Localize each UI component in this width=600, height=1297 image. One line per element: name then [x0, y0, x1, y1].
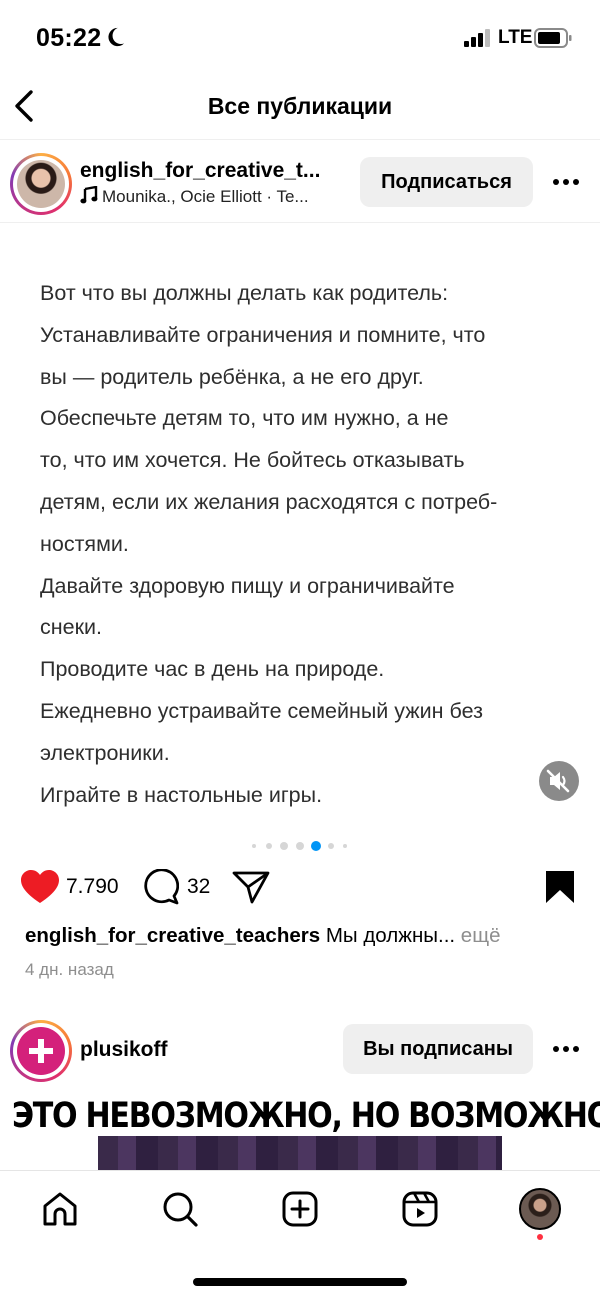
moon-icon — [108, 27, 125, 47]
post-header: plusikoff Вы подписаны — [0, 1010, 600, 1090]
text-line: то, что им хочется. Не бойтесь отказыват… — [40, 448, 465, 473]
media-caption-text: ЭТО НЕВОЗМОЖНО, НО ВОЗМОЖНО😳👏 — [12, 1096, 600, 1136]
caption-more-link[interactable]: ещё — [461, 924, 501, 947]
speaker-muted-icon — [546, 769, 570, 793]
post-media[interactable]: Вот что вы должны делать как родитель: У… — [0, 224, 600, 854]
carousel-dot — [252, 844, 256, 848]
carousel-dot — [343, 844, 347, 848]
comment-count[interactable]: 32 — [187, 875, 210, 899]
text-line: электроники. — [40, 740, 170, 765]
story-ring[interactable] — [10, 153, 72, 215]
top-navigation: Все публикации — [0, 76, 600, 140]
post-media[interactable]: ЭТО НЕВОЗМОЖНО, НО ВОЗМОЖНО😳👏 — [0, 1090, 600, 1170]
text-line: Давайте здоровую пищу и ограничивайте — [40, 573, 455, 598]
text-line: Обеспечьте детям то, что им нужно, а не — [40, 406, 449, 431]
music-note-icon — [80, 186, 98, 204]
network-label: LTE — [498, 27, 533, 48]
notification-dot — [537, 1234, 543, 1240]
carousel-dot-active — [311, 841, 321, 851]
like-count[interactable]: 7.790 — [66, 875, 119, 899]
bookmark-icon[interactable] — [545, 870, 575, 904]
video-thumbnail — [98, 1136, 502, 1170]
post-caption[interactable]: english_for_creative_teachers Мы должны.… — [25, 924, 585, 948]
avatar[interactable] — [17, 1027, 65, 1075]
page-title: Все публикации — [207, 93, 393, 119]
home-icon[interactable] — [40, 1189, 80, 1229]
bottom-tab-bar — [0, 1170, 600, 1297]
post-username[interactable]: plusikoff — [80, 1038, 168, 1062]
music-attribution[interactable]: Mounika., Ocie Elliott · Te... — [80, 186, 344, 207]
mute-button[interactable] — [539, 761, 579, 801]
share-icon[interactable] — [232, 870, 270, 904]
carousel-indicator — [250, 841, 350, 851]
carousel-dot — [328, 843, 334, 849]
signal-icon — [464, 29, 490, 47]
carousel-dot — [280, 842, 288, 850]
search-icon[interactable] — [160, 1189, 200, 1229]
battery-icon — [534, 28, 572, 48]
status-time: 05:22 — [36, 24, 102, 52]
text-line: вы — родитель ребёнка, а не его друг. — [40, 364, 424, 389]
more-options-icon[interactable] — [553, 179, 583, 187]
text-line: ностями. — [40, 531, 129, 556]
profile-avatar[interactable] — [519, 1188, 561, 1230]
comment-icon[interactable] — [143, 869, 179, 905]
reels-icon[interactable] — [400, 1189, 440, 1229]
more-options-icon[interactable] — [553, 1046, 583, 1054]
story-ring[interactable] — [10, 1020, 72, 1082]
status-bar: 05:22 LTE — [0, 0, 600, 76]
text-line: Ежедневно устраивайте семейный ужин без — [40, 698, 483, 723]
post-header: english_for_creative_t... Mounika., Ocie… — [0, 141, 600, 223]
post-actions: 7.790 32 — [0, 862, 600, 912]
caption-username[interactable]: english_for_creative_teachers — [25, 924, 320, 947]
carousel-dot — [266, 843, 272, 849]
caption-text: Мы должны... — [325, 924, 456, 947]
text-line: Устанавливайте ограничения и помните, чт… — [40, 322, 486, 347]
text-line: снеки. — [40, 615, 102, 640]
text-line: Вот что вы должны делать как родитель: — [40, 281, 449, 305]
follow-button[interactable]: Подписаться — [360, 157, 533, 207]
post-text: Вот что вы должны делать как родитель: У… — [40, 273, 580, 816]
post-username[interactable]: english_for_creative_t... — [80, 159, 342, 183]
avatar[interactable] — [17, 160, 65, 208]
following-button[interactable]: Вы подписаны — [343, 1024, 533, 1074]
heart-icon[interactable] — [21, 870, 59, 904]
create-icon[interactable] — [280, 1189, 320, 1229]
post-timestamp: 4 дн. назад — [25, 960, 114, 979]
text-line: Проводите час в день на природе. — [40, 657, 385, 682]
carousel-dot — [296, 842, 304, 850]
text-line: Играйте в настольные игры. — [40, 782, 323, 807]
text-line: детям, если их желания расходятся с потр… — [40, 489, 498, 514]
music-text: Mounika., Ocie Elliott · Te... — [102, 187, 309, 206]
home-indicator — [193, 1278, 407, 1286]
